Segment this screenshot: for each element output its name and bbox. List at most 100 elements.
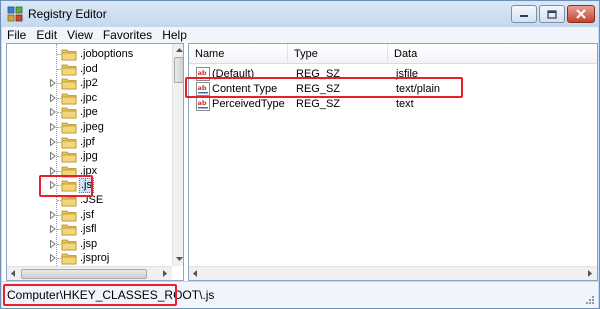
expand-arrow-icon[interactable] [50,181,56,190]
tree-item[interactable]: .jsfl [7,222,167,237]
tree-item-label: .jpe [80,106,98,119]
folder-icon [61,195,77,207]
menu-view[interactable]: View [62,27,98,43]
tree-item[interactable]: .jpx [7,164,167,179]
tree-item[interactable]: .jpeg [7,120,167,135]
scroll-right-button[interactable] [159,267,171,280]
column-data-header[interactable]: Data [388,44,597,64]
scroll-up-icon [175,48,183,52]
folder-icon [61,93,77,105]
folder-icon [61,151,77,163]
tree-vertical-scrollbar[interactable] [172,44,183,266]
registry-editor-icon [7,6,23,22]
folder-icon [61,210,77,221]
tree-item[interactable]: .jpc [7,91,167,106]
close-button[interactable] [567,5,595,23]
value-data: text [396,98,414,110]
tree-item[interactable]: .jsproj [7,251,167,266]
tree-item[interactable]: .jsp [7,237,167,252]
expand-arrow-icon[interactable] [50,123,56,131]
resize-grip-icon[interactable] [585,295,595,305]
tree-item-label: .jpc [80,91,98,104]
tree-item-label: .jsfl [80,223,97,236]
scroll-up-button[interactable] [173,44,183,56]
expand-arrow-icon[interactable] [50,93,56,102]
tree-horizontal-scrollbar[interactable] [7,266,172,280]
expand-arrow-icon[interactable] [50,152,56,161]
scroll-down-button[interactable] [173,253,183,265]
registry-editor-window: Registry Editor File Edit View Favorites… [0,0,600,309]
tree-item[interactable]: .jod [7,62,167,77]
tree-item[interactable]: .joboptions [7,47,167,62]
folder-icon [61,122,77,134]
tree-item[interactable]: .jp2 [7,76,167,91]
tree-item[interactable]: .jpe [7,105,167,120]
string-value-icon: ab [196,82,210,96]
value-data: text/plain [396,83,441,95]
tree-item-label: .jpf [80,135,95,148]
tree-item[interactable]: .jpg [7,149,167,164]
scroll-left-icon [193,270,197,277]
value-name: Content Type [212,83,278,95]
scroll-left-button[interactable] [7,267,19,280]
tree-item[interactable]: .js [7,178,167,194]
folder-icon [61,107,77,119]
values-pane[interactable]: Name Type Data ab (Default) REG_SZ jsfile ab… [188,43,598,281]
menu-file[interactable]: File [2,27,31,43]
expand-arrow-icon[interactable] [50,108,56,117]
tree-item-label: .jsp [80,237,98,250]
expand-arrow-icon[interactable] [50,137,56,146]
value-row[interactable]: ab Content Type REG_SZ text/plain [189,81,597,97]
svg-text:ab: ab [198,84,207,92]
string-value-icon: ab [196,97,210,111]
tree-item[interactable]: .jsf [7,208,167,223]
content-area: .joboptions .jod .jp2 .jpc .jpe .jpeg .jpf .jpg… [2,43,598,281]
scroll-right-icon [588,270,592,277]
column-name-header[interactable]: Name [189,44,288,64]
tree-item-label: .jpg [80,150,98,163]
value-data: jsfile [396,68,419,80]
tree-item[interactable]: .JSE [7,193,167,208]
tree-horizontal-scroll-thumb[interactable] [21,269,147,279]
scroll-down-icon [175,257,183,261]
column-type-header[interactable]: Type [288,44,388,64]
menu-bar: File Edit View Favorites Help [2,27,598,43]
key-tree-pane[interactable]: .joboptions .jod .jp2 .jpc .jpe .jpeg .jpf .jpg… [6,43,184,281]
expand-arrow-icon[interactable] [50,166,56,175]
title-bar[interactable]: Registry Editor [1,1,599,27]
maximize-button[interactable] [539,5,565,23]
value-row[interactable]: ab PerceivedType REG_SZ text [189,96,597,112]
tree-item-label: .js [79,178,94,194]
tree-item-label: .jp2 [80,77,98,90]
folder-icon [61,78,77,90]
folder-icon [61,239,77,251]
tree-item-label: .jpx [80,164,98,177]
window-title: Registry Editor [28,7,107,21]
menu-favorites[interactable]: Favorites [98,27,157,43]
folder-icon [61,253,77,265]
expand-arrow-icon[interactable] [50,210,56,219]
values-horizontal-scrollbar[interactable] [189,266,597,280]
string-value-icon: ab [196,67,210,81]
expand-arrow-icon[interactable] [50,254,56,263]
menu-help[interactable]: Help [157,27,192,43]
values-scroll-right-button[interactable] [584,267,596,280]
tree-item-label: .jod [80,62,98,75]
expand-arrow-icon[interactable] [50,239,56,248]
value-row[interactable]: ab (Default) REG_SZ jsfile [189,66,597,82]
tree-item[interactable]: .jpf [7,135,167,150]
close-icon [576,9,586,19]
values-scroll-left-button[interactable] [189,267,201,280]
current-key-path: Computer\HKEY_CLASSES_ROOT\.js [7,288,215,302]
expand-arrow-icon[interactable] [50,225,56,234]
expand-arrow-icon[interactable] [50,79,56,88]
scroll-left-icon [11,270,15,277]
tree-item-label: .jsf [80,208,95,221]
scroll-right-icon [163,270,167,277]
value-type: REG_SZ [296,98,341,110]
tree-vertical-scroll-thumb[interactable] [174,57,183,83]
menu-edit[interactable]: Edit [31,27,62,43]
folder-icon [61,49,77,61]
minimize-icon [520,15,528,17]
minimize-button[interactable] [511,5,537,23]
